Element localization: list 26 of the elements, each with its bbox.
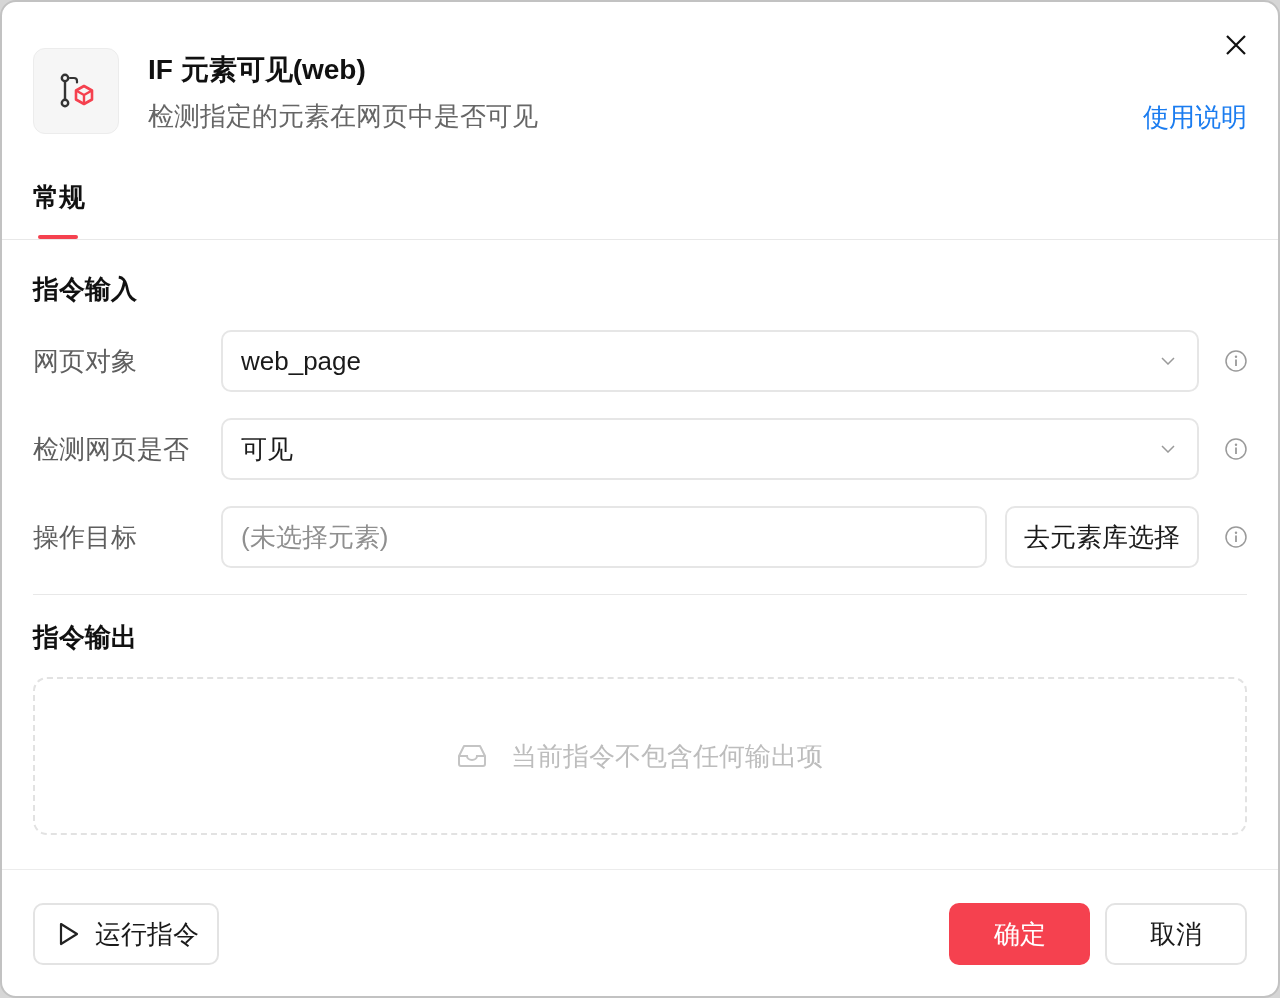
chevron-down-icon bbox=[1161, 445, 1175, 453]
dropdown-field[interactable]: 可见 bbox=[221, 418, 1199, 480]
cancel-button[interactable]: 取消 bbox=[1105, 903, 1247, 965]
branch-cube-icon bbox=[33, 48, 119, 134]
dropdown-field[interactable]: web_page bbox=[221, 330, 1199, 392]
element-input-field[interactable]: (未选择元素) bbox=[221, 506, 987, 568]
element-library-button[interactable]: 去元素库选择 bbox=[1005, 506, 1199, 568]
run-button[interactable]: 运行指令 bbox=[33, 903, 219, 965]
tab[interactable]: 常规 bbox=[33, 172, 85, 239]
chevron-down-icon bbox=[1161, 357, 1175, 365]
confirm-button[interactable]: 确定 bbox=[949, 903, 1090, 965]
section-title: 指令输入 bbox=[33, 273, 137, 306]
empty-message: 当前指令不包含任何输出项 bbox=[511, 740, 823, 773]
dialog-description: 检测指定的元素在网页中是否可见 bbox=[148, 100, 538, 133]
close-icon[interactable] bbox=[1225, 34, 1247, 56]
inbox-icon bbox=[457, 744, 487, 768]
info-icon[interactable] bbox=[1225, 438, 1247, 460]
field-label: 检测网页是否 bbox=[33, 433, 189, 466]
info-icon[interactable] bbox=[1225, 350, 1247, 372]
field-label: 网页对象 bbox=[33, 345, 137, 378]
help-link[interactable]: 使用说明 bbox=[1143, 99, 1247, 135]
dialog-title: IF 元素可见(web) bbox=[148, 53, 366, 87]
field-label: 操作目标 bbox=[33, 521, 137, 554]
play-icon bbox=[59, 922, 79, 946]
section-title: 指令输出 bbox=[33, 621, 137, 654]
info-icon[interactable] bbox=[1225, 526, 1247, 548]
